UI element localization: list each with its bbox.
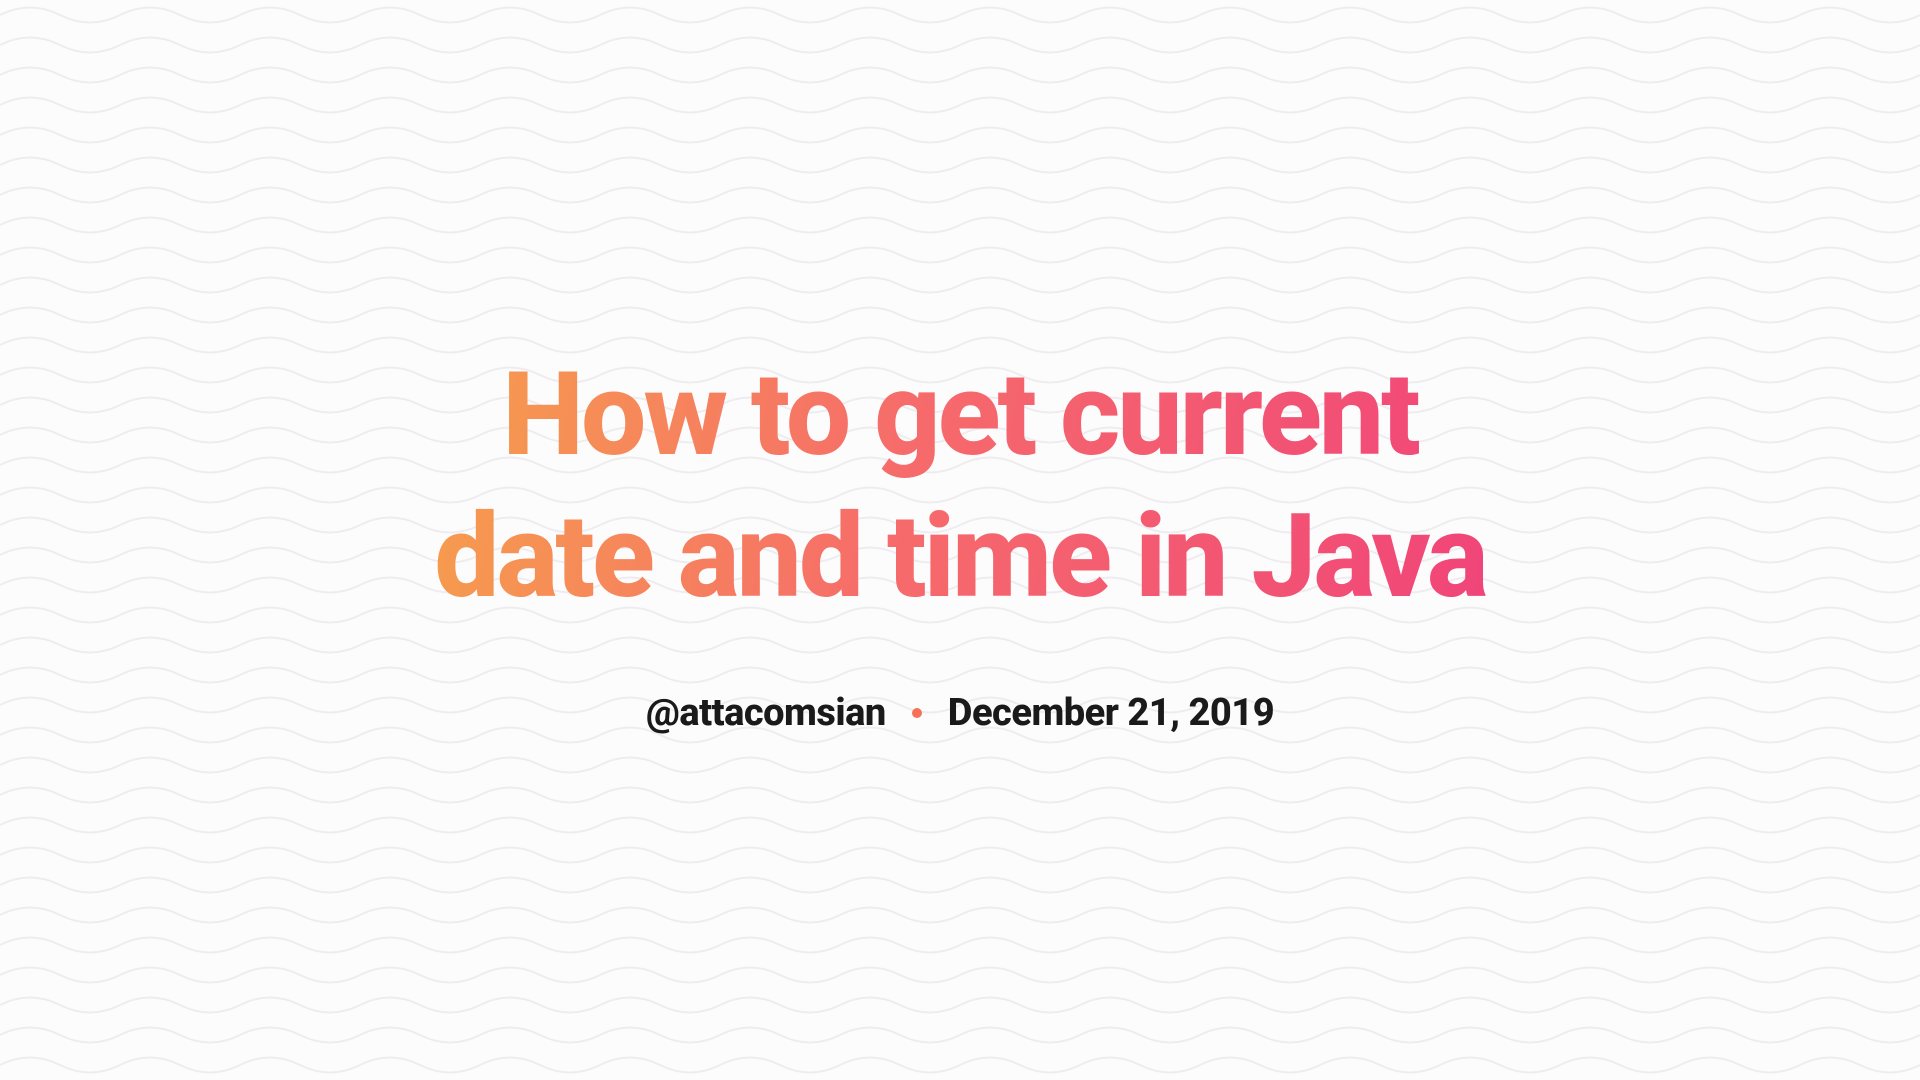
article-header-card: How to get current date and time in Java… — [360, 305, 1560, 774]
author-handle[interactable]: @attacomsian — [646, 691, 886, 735]
separator-dot-icon — [912, 708, 922, 718]
article-meta: @attacomsian December 21, 2019 — [400, 691, 1520, 735]
article-title: How to get current date and time in Java — [400, 345, 1520, 628]
publish-date: December 21, 2019 — [948, 691, 1274, 735]
